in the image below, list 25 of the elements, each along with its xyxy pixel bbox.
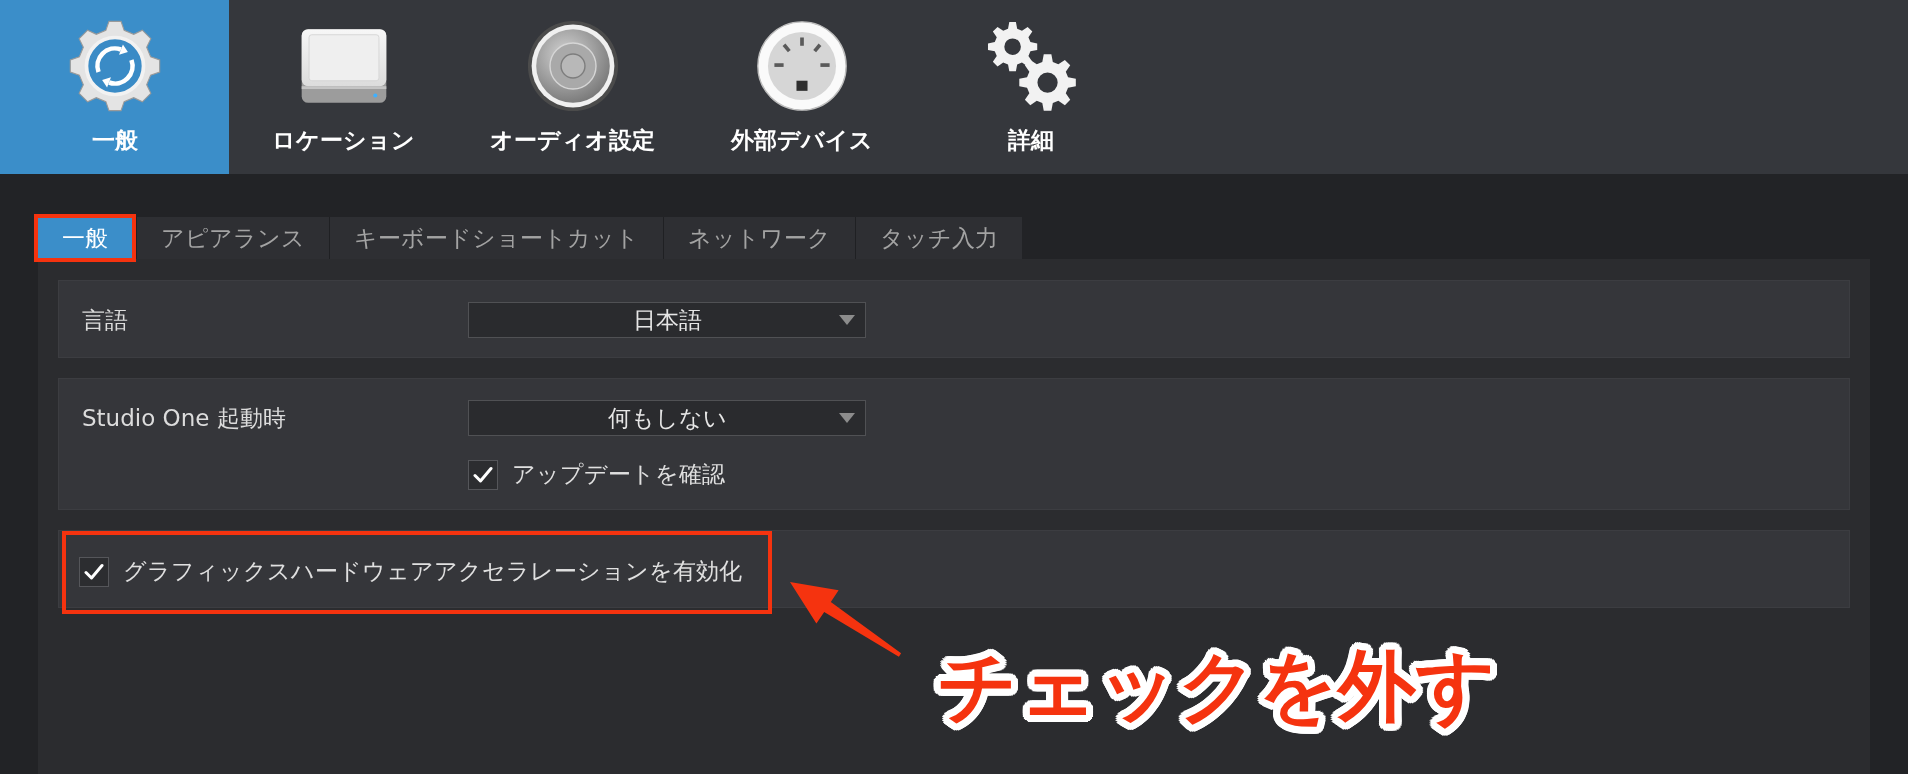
connector-icon [755, 20, 848, 112]
tab[interactable]: 一般 [34, 214, 136, 262]
toolbar-button[interactable]: オーディオ設定 [458, 0, 687, 174]
toolbar-button[interactable]: ロケーション [229, 0, 458, 174]
caret-icon [839, 315, 855, 325]
dropdown[interactable]: 日本語 [468, 302, 866, 338]
toolbar-button[interactable]: 外部デバイス [687, 0, 916, 174]
tab[interactable]: ネットワーク [663, 217, 855, 259]
setting-label: Studio One 起動時 [82, 403, 287, 433]
tab[interactable]: タッチ入力 [855, 217, 1022, 259]
speaker-icon [526, 20, 619, 112]
dropdown[interactable]: 何もしない [468, 400, 866, 436]
checkbox[interactable] [79, 556, 109, 587]
setting-label: 言語 [82, 305, 129, 335]
sync-gear-icon [68, 20, 161, 112]
tab[interactable]: アピアランス [136, 217, 329, 259]
toolbar-button[interactable]: 一般 [0, 0, 229, 174]
checkbox[interactable] [468, 459, 498, 490]
tab[interactable]: キーボードショートカット [329, 217, 663, 259]
checkbox-label: グラフィックスハードウェアアクセラレーションを有効化 [123, 557, 742, 586]
check-icon [473, 465, 493, 484]
caret-icon [839, 413, 855, 423]
check-icon [84, 562, 104, 581]
checkbox-label: アップデートを確認 [512, 460, 725, 489]
toolbar-button[interactable]: 詳細 [916, 0, 1145, 174]
